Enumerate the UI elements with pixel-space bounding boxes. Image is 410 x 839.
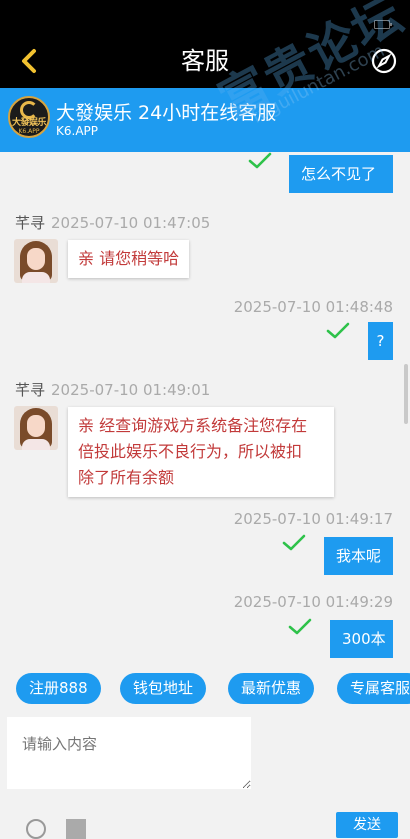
message-input[interactable]: [7, 717, 251, 789]
message-bubble-outgoing[interactable]: 300本: [330, 620, 393, 658]
message-sender: 芊寻 2025-07-10 01:49:01: [15, 381, 211, 399]
image-icon[interactable]: [66, 819, 86, 839]
message-bubble-incoming[interactable]: 亲 请您稍等哈: [68, 240, 190, 278]
read-check-icon: [248, 152, 272, 169]
read-check-icon: [326, 322, 350, 339]
send-button[interactable]: 发送: [336, 812, 398, 838]
compass-icon[interactable]: [370, 47, 398, 75]
agent-avatar[interactable]: [14, 406, 58, 450]
scrollbar-thumb[interactable]: [404, 364, 408, 424]
chat-subtitle: K6.APP: [56, 124, 98, 138]
message-sender: 芊寻 2025-07-10 01:47:05: [15, 214, 211, 232]
agent-avatar[interactable]: [14, 239, 58, 283]
quick-action-dedicated-service[interactable]: 专属客服: [337, 673, 410, 704]
chat-title: 大發娱乐 24小时在线客服: [56, 102, 277, 124]
read-check-icon: [288, 618, 312, 635]
chat-header: 大發娱乐 K6.APP 大發娱乐 24小时在线客服 K6.APP: [0, 88, 410, 152]
brand-logo: 大發娱乐 K6.APP: [8, 96, 50, 138]
message-time: 2025-07-10 01:48:48: [233, 298, 393, 316]
input-area: 发送: [0, 713, 410, 839]
emoji-icon[interactable]: [26, 819, 46, 839]
message-time: 2025-07-10 01:49:29: [233, 593, 393, 611]
status-bar: [0, 0, 410, 33]
nav-bar: 客服: [0, 33, 410, 88]
message-bubble-incoming[interactable]: 亲 经查询游戏方系统备注您存在 倍投此娱乐不良行为，所以被扣 除了所有余额: [68, 407, 334, 497]
quick-action-register[interactable]: 注册888: [16, 673, 101, 704]
message-bubble-outgoing[interactable]: ?: [368, 322, 393, 360]
quick-action-wallet[interactable]: 钱包地址: [120, 673, 207, 704]
message-time: 2025-07-10 01:49:17: [233, 510, 393, 528]
message-bubble-outgoing[interactable]: 我本呢: [324, 537, 393, 575]
battery-icon: [374, 20, 392, 29]
message-bubble-outgoing[interactable]: 怎么不见了: [289, 155, 393, 193]
quick-action-promotions[interactable]: 最新优惠: [228, 673, 315, 704]
message-list[interactable]: 怎么不见了 芊寻 2025-07-10 01:47:05 亲 请您稍等哈 2025…: [0, 152, 410, 663]
message-time: 2025-07-10 01:49:01: [51, 381, 211, 399]
message-time: 2025-07-10 01:47:05: [51, 214, 211, 232]
read-check-icon: [282, 534, 306, 551]
page-title: 客服: [181, 47, 229, 75]
quick-actions-bar: 注册888 钱包地址 最新优惠 专属客服: [0, 663, 410, 713]
